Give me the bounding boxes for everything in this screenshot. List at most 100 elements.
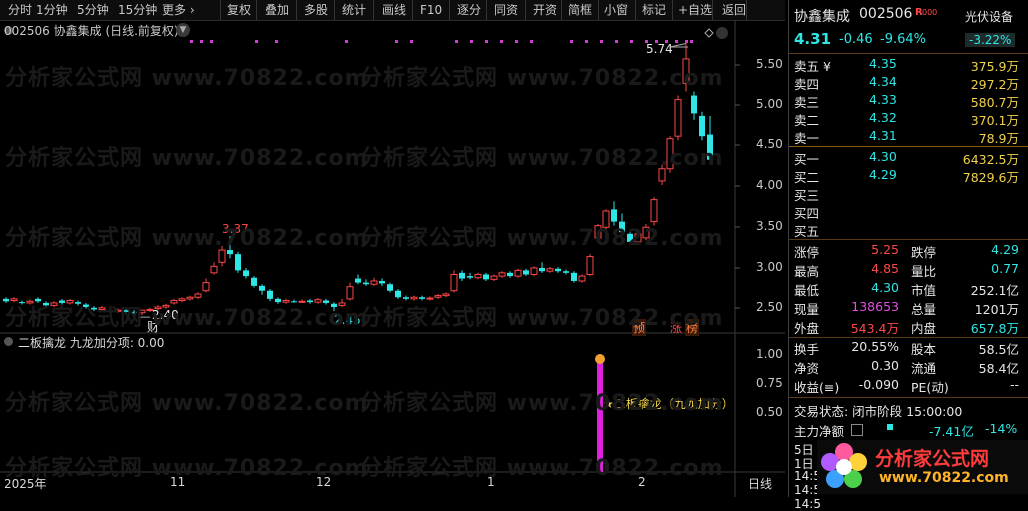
- toolbar-item-10[interactable]: F10: [420, 2, 442, 18]
- stat-label: 跌停: [911, 245, 937, 260]
- sell-level-label: 卖一: [794, 131, 820, 146]
- diamond-icon: [704, 28, 714, 38]
- toolbar-item-4[interactable]: 更多 ›: [162, 2, 195, 18]
- stat-label: 涨停: [794, 245, 820, 260]
- trade-status: 交易状态: 闭市阶段 15:00:00: [794, 404, 963, 419]
- stat-value: -0.090: [858, 377, 899, 392]
- candle-body: [563, 271, 569, 273]
- candle-body: [370, 280, 378, 285]
- toolbar-item-2[interactable]: 5分钟: [77, 2, 109, 18]
- candle-body: [259, 285, 265, 291]
- candle-body: [403, 297, 409, 299]
- candle-body: [186, 296, 194, 300]
- candle-body: [507, 272, 513, 277]
- stat-value: 20.55%: [851, 339, 899, 354]
- toolbar-item-8[interactable]: 统计: [342, 2, 366, 18]
- signal-dot: [675, 40, 678, 43]
- main-net-value: -7.41亿: [929, 424, 974, 439]
- stat-label: 市值: [911, 283, 937, 298]
- toolbar-item-16[interactable]: 标记: [642, 2, 666, 18]
- toolbar-item-18[interactable]: 返回: [722, 2, 746, 18]
- main-net-label: 主力净额: [794, 424, 845, 439]
- main-net-bar-icon: [887, 424, 893, 430]
- stat-value: 4.85: [871, 261, 899, 276]
- watermark-text: 分析家公式网 www.70822.com: [5, 66, 369, 91]
- toolbar-divider: [712, 0, 713, 20]
- toolbar-item-15[interactable]: 小窗: [604, 2, 628, 18]
- indicator-title: 二板擒龙 九龙加分项: 0.00: [18, 336, 165, 350]
- signal-dot: [190, 40, 193, 43]
- toolbar-divider: [334, 0, 335, 20]
- stock-price: 4.31: [794, 30, 832, 48]
- stat-label: 收益(≡): [794, 380, 840, 395]
- watermark-text: 分析家公式网 www.70822.com: [360, 391, 724, 416]
- buy-level-label: 买四: [794, 206, 820, 221]
- indicator-toggle-icon[interactable]: [4, 337, 13, 346]
- toolbar-item-6[interactable]: 叠加: [265, 2, 289, 18]
- order-book-sell-row: 卖五 ¥ 4.35 375.9万: [789, 56, 1028, 74]
- candle-body: [346, 286, 354, 300]
- stat-value: --: [1009, 377, 1019, 392]
- stat-label: 换手: [794, 342, 820, 357]
- candle-body: [387, 284, 393, 291]
- quote-panel: 协鑫集成 002506 R 000 光伏设备 4.31 -0.46 -9.64%…: [788, 0, 1028, 511]
- buy-level-label: 买二: [794, 170, 820, 185]
- stat-label: 最低: [794, 283, 820, 298]
- candle-body: [442, 293, 450, 297]
- toolbar-divider: [412, 0, 413, 20]
- candle-body: [699, 115, 705, 137]
- signal-dot: [345, 40, 348, 43]
- candle-body: [474, 273, 482, 279]
- candle-body: [267, 290, 273, 299]
- sell-volume: 370.1万: [970, 113, 1019, 128]
- signal-dot: [210, 40, 213, 43]
- candle-body: [555, 268, 561, 272]
- watermark-text: 分析家公式网 www.70822.com: [5, 146, 369, 171]
- candle-body: [674, 99, 682, 137]
- toolbar-item-17[interactable]: +自选: [678, 2, 712, 18]
- sell-price: 4.34: [869, 74, 897, 89]
- order-book-sell-row: 卖三 4.33 580.7万: [789, 92, 1028, 110]
- toolbar-divider: [525, 0, 526, 20]
- flow-period-row[interactable]: 14:5: [794, 497, 821, 511]
- stat-value: 58.4亿: [978, 361, 1019, 376]
- sector-change: -3.22%: [965, 33, 1016, 47]
- toolbar-divider: [746, 0, 747, 20]
- toolbar-item-9[interactable]: 画线: [382, 2, 406, 18]
- sell-price: 4.32: [869, 110, 897, 125]
- stats-row: 净资 0.30 流通 58.4亿: [789, 358, 1028, 376]
- toolbar-item-5[interactable]: 复权: [227, 2, 251, 18]
- flower-logo-icon: [821, 443, 867, 488]
- candle-body: [395, 290, 401, 298]
- toolbar-item-7[interactable]: 多股: [304, 2, 328, 18]
- candle-body: [530, 267, 538, 275]
- main-net-doc-icon[interactable]: [851, 424, 863, 436]
- toolbar-item-3[interactable]: 15分钟: [118, 2, 157, 18]
- stock-change-pct: -9.64%: [880, 32, 926, 47]
- signal-dot: [275, 40, 278, 43]
- sector-name[interactable]: 光伏设备: [965, 8, 1013, 25]
- stat-label: 量比: [911, 264, 937, 279]
- toolbar-item-11[interactable]: 逐分: [457, 2, 481, 18]
- site-logo: 分析家公式网 www.70822.com: [817, 440, 1028, 494]
- toolbar-divider: [296, 0, 297, 20]
- signal-dot: [470, 40, 473, 43]
- signal-dot: [630, 40, 633, 43]
- order-book-sell-row: 卖四 4.34 297.2万: [789, 74, 1028, 92]
- toolbar-item-1[interactable]: 1分钟: [36, 2, 68, 18]
- toolbar: 分时 1分钟 5分钟 15分钟 更多 › 复权 叠加 多股 统计 画线 F10 逐分 同资 开资 简框 小窗标…: [0, 0, 785, 21]
- toolbar-item-0[interactable]: 分时: [8, 2, 32, 18]
- buy-volume: 7829.6万: [962, 170, 1019, 185]
- toolbar-item-13[interactable]: 开资: [533, 2, 557, 18]
- signal-dot: [200, 40, 203, 43]
- candle-body: [498, 272, 506, 277]
- toolbar-item-12[interactable]: 同资: [494, 2, 518, 18]
- toolbar-item-14[interactable]: 简框: [568, 2, 592, 18]
- logo-text: 分析家公式网: [875, 448, 990, 470]
- buy-level-label: 买五: [794, 224, 820, 239]
- order-book-sell-row: 卖一 4.31 78.9万: [789, 128, 1028, 146]
- buy-price: 4.30: [869, 149, 897, 164]
- period-label: 日线: [748, 477, 773, 491]
- candle-body: [243, 270, 249, 277]
- sell-volume: 78.9万: [978, 131, 1019, 146]
